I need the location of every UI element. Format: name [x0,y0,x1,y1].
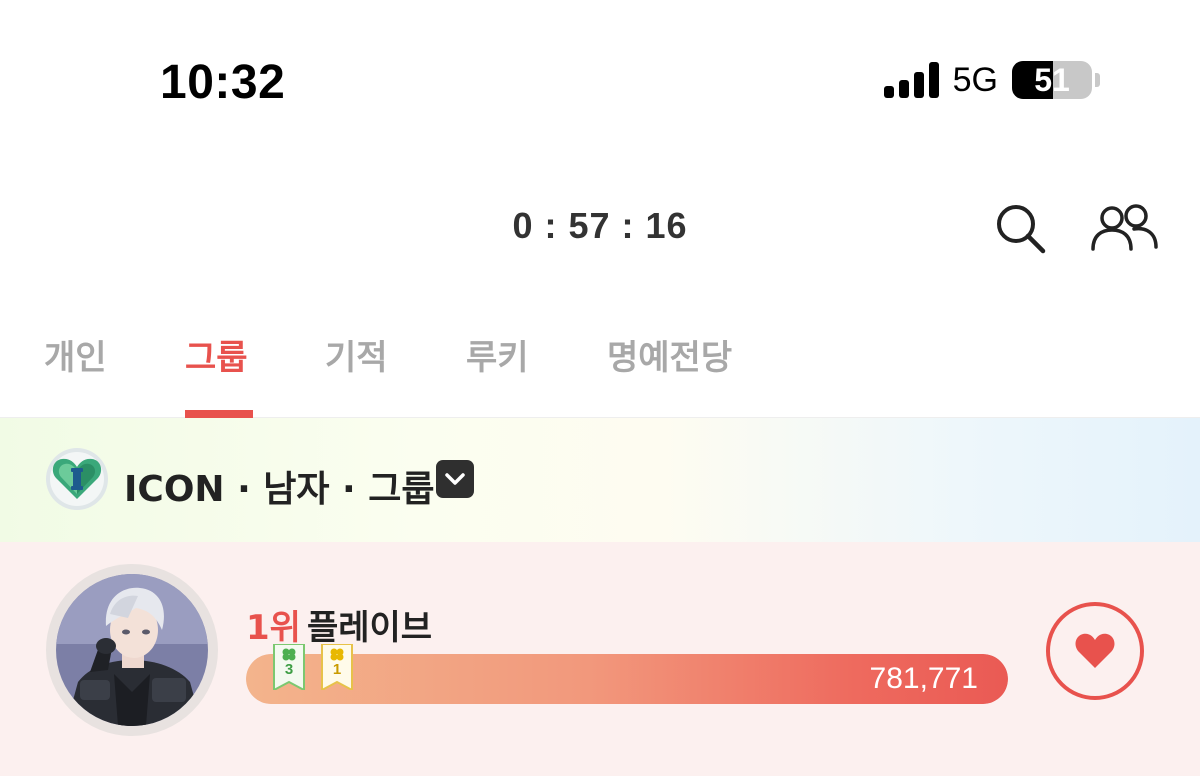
battery-level: 51 [1034,61,1070,98]
battery-icon: 51 [1012,61,1092,99]
rank-number: 1위 [246,608,301,648]
network-type: 5G [952,60,998,99]
rank-title: 1위 플레이브 [246,600,432,649]
tab-group[interactable]: 그룹 [185,330,248,379]
search-icon [997,205,1046,254]
tab-miracle[interactable]: 기적 [325,330,388,379]
status-indicators: 5G 51 [883,60,1100,100]
tab-rookie[interactable]: 루키 [466,330,529,379]
people-icon [1091,204,1158,251]
clover-badge-green: 3 [272,643,306,692]
category-tabs: 개인 그룹 기적 루키 명예전당 [0,320,1200,418]
heart-gem-icon [46,448,108,510]
ranking-row[interactable]: 1위 플레이브 781,771 3 1 [0,542,1200,776]
category-filter-bar[interactable]: ICON · 남자 · 그룹 [0,418,1200,542]
avatar-image [56,574,208,726]
status-time: 10:32 [160,56,286,109]
avatar[interactable] [46,564,218,736]
chevron-down-icon [445,473,465,485]
vote-count: 781,771 [869,662,978,695]
filter-dropdown-button[interactable] [436,460,474,498]
heart-icon [1075,633,1115,668]
active-tab-indicator [185,410,253,418]
badge-count: 3 [284,661,294,678]
vote-progress-bar: 781,771 [246,654,1008,704]
tab-hall-of-fame[interactable]: 명예전당 [607,330,732,379]
battery-tip [1095,73,1100,87]
clover-badge-gold: 1 [320,643,354,692]
signal-icon [883,62,939,98]
badge-count: 1 [332,661,342,678]
search-button[interactable] [990,200,1050,256]
tab-personal[interactable]: 개인 [44,330,107,379]
filter-label: ICON · 남자 · 그룹 [124,469,435,510]
artist-name: 플레이브 [306,608,433,648]
community-button[interactable] [1090,200,1158,256]
vote-heart-button[interactable] [1046,602,1144,700]
